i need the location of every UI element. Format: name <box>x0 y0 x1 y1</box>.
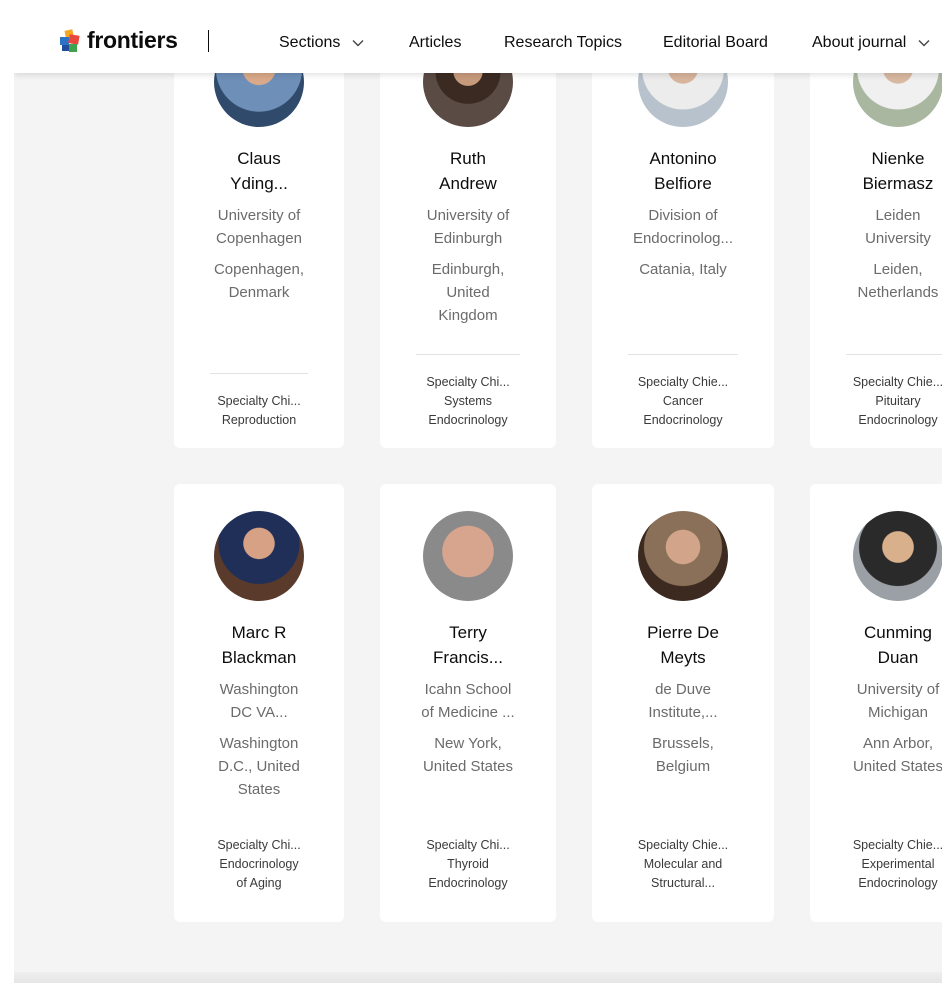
editor-name[interactable]: Ruth Andrew <box>380 146 556 196</box>
editor-role: Specialty Chie... Pituitary Endocrinology <box>852 375 942 427</box>
nav-sections-label: Sections <box>279 34 341 51</box>
editor-role: Specialty Chie... Molecular and Structural… <box>637 838 729 890</box>
editor-name[interactable]: Marc R Blackman <box>174 620 344 670</box>
frontiers-logo[interactable]: frontiers <box>60 27 178 54</box>
header-divider <box>208 30 209 52</box>
editor-card[interactable]: Nienke Biermasz Leiden University Leiden, N… <box>810 30 942 448</box>
editor-institution: Washington DC VA... <box>219 681 299 721</box>
card-divider <box>210 373 308 374</box>
nav-editorial-board-label: Editorial Board <box>663 34 768 51</box>
editor-role: Specialty Chi... Systems Endocrinology <box>426 375 510 427</box>
editor-institution: University of Michigan <box>856 681 940 721</box>
editor-location: Edinburgh, United Kingdom <box>431 261 505 324</box>
editor-location: New York, United States <box>422 735 514 775</box>
editor-institution: Icahn School of Medicine ... <box>421 681 515 721</box>
chevron-down-icon <box>352 40 364 47</box>
card-divider <box>628 354 738 355</box>
nav-articles-label: Articles <box>409 34 462 51</box>
editor-name[interactable]: Pierre De Meyts <box>592 620 774 670</box>
editor-institution: Division of Endocrinolog... <box>632 207 734 247</box>
frontiers-logo-icon <box>60 28 80 52</box>
editor-card[interactable]: Claus Yding... University of Copenhagen Co… <box>174 30 344 448</box>
card-divider <box>846 354 942 355</box>
editor-name[interactable]: Claus Yding... <box>174 146 344 196</box>
card-divider <box>416 354 520 355</box>
editor-card[interactable]: Ruth Andrew University of Edinburgh Edinbu… <box>380 30 556 448</box>
nav-about-journal[interactable]: About journal <box>812 34 930 52</box>
top-navigation-bar: frontiers Sections Articles Research Top… <box>14 10 942 73</box>
editor-institution: University of Edinburgh <box>426 207 510 247</box>
editor-card[interactable]: Marc R Blackman Washington DC VA... Washin… <box>174 484 344 922</box>
editor-location: Copenhagen, Denmark <box>213 261 305 301</box>
editor-avatar <box>423 511 513 601</box>
editor-name[interactable]: Antonino Belfiore <box>592 146 774 196</box>
editor-card[interactable]: Pierre De Meyts de Duve Institute,... Brus… <box>592 484 774 922</box>
editor-location: Washington D.C., United States <box>218 735 300 798</box>
editor-location: Ann Arbor, United States <box>852 735 942 775</box>
editor-location: Leiden, Netherlands <box>857 261 939 301</box>
editor-card[interactable]: Terry Francis... Icahn School of Medicine … <box>380 484 556 922</box>
nav-editorial-board[interactable]: Editorial Board <box>663 34 768 52</box>
editor-role: Specialty Chie... Experimental Endocrinolo… <box>852 838 942 890</box>
nav-sections[interactable]: Sections <box>279 34 364 52</box>
logo-text: frontiers <box>87 27 178 53</box>
editor-institution: de Duve Institute,... <box>648 681 718 721</box>
nav-articles[interactable]: Articles <box>409 34 461 52</box>
editor-card[interactable]: Antonino Belfiore Division of Endocrinolog… <box>592 30 774 448</box>
editor-institution: Leiden University <box>865 207 931 247</box>
nav-research-topics[interactable]: Research Topics <box>504 34 622 52</box>
editor-location: Catania, Italy <box>639 261 727 278</box>
nav-research-topics-label: Research Topics <box>504 34 622 51</box>
editor-location: Brussels, Belgium <box>652 735 714 775</box>
editor-role: Specialty Chie... Cancer Endocrinology <box>637 375 729 427</box>
editor-avatar <box>853 511 942 601</box>
editor-name[interactable]: Nienke Biermasz <box>810 146 942 196</box>
editor-institution: University of Copenhagen <box>216 207 302 247</box>
nav-about-journal-label: About journal <box>812 34 907 51</box>
editor-name[interactable]: Terry Francis... <box>380 620 556 670</box>
editor-role: Specialty Chi... Reproduction <box>217 394 301 427</box>
editorial-board-page: frontiers Sections Articles Research Top… <box>14 10 942 983</box>
editor-role: Specialty Chi... Endocrinology of Aging <box>217 838 301 890</box>
editor-card[interactable]: Cunming Duan University of Michigan Ann Ar… <box>810 484 942 922</box>
editor-avatar <box>214 511 304 601</box>
editor-name[interactable]: Cunming Duan <box>810 620 942 670</box>
page-footer-edge <box>14 972 942 983</box>
chevron-down-icon <box>918 40 930 47</box>
editor-role: Specialty Chi... Thyroid Endocrinology <box>426 838 510 890</box>
editor-avatar <box>638 511 728 601</box>
